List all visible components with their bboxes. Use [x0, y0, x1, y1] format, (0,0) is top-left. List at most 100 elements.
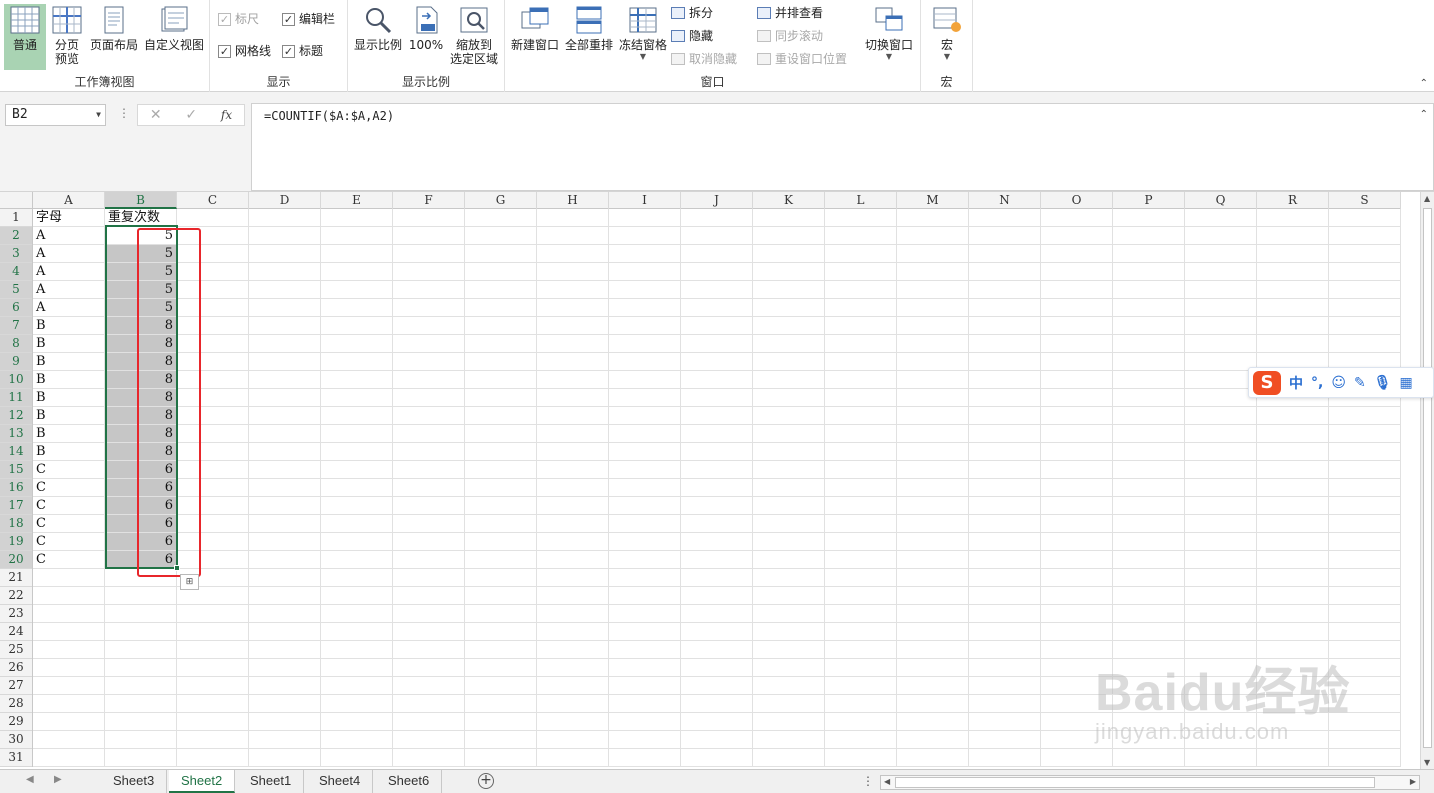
cell-e14[interactable]: [321, 443, 393, 461]
row-header[interactable]: 3: [0, 245, 32, 263]
cell-n9[interactable]: [969, 353, 1041, 371]
cell-g6[interactable]: [465, 299, 537, 317]
cell-k3[interactable]: [753, 245, 825, 263]
cell-h2[interactable]: [537, 227, 609, 245]
cell-f6[interactable]: [393, 299, 465, 317]
cell-r21[interactable]: [1257, 569, 1329, 587]
cell-g26[interactable]: [465, 659, 537, 677]
row-header[interactable]: 16: [0, 479, 32, 497]
cell-o30[interactable]: [1041, 731, 1113, 749]
row-header[interactable]: 27: [0, 677, 32, 695]
column-header-k[interactable]: K: [753, 192, 825, 209]
cell-d21[interactable]: [249, 569, 321, 587]
cell-j24[interactable]: [681, 623, 753, 641]
cell-p6[interactable]: [1113, 299, 1185, 317]
cell-k17[interactable]: [753, 497, 825, 515]
cell-l3[interactable]: [825, 245, 897, 263]
cell-r15[interactable]: [1257, 461, 1329, 479]
cell-n6[interactable]: [969, 299, 1041, 317]
chevron-down-icon[interactable]: ▼: [96, 105, 101, 125]
row-header[interactable]: 26: [0, 659, 32, 677]
cell-o11[interactable]: [1041, 389, 1113, 407]
cell-a16[interactable]: C: [33, 479, 105, 497]
cell-e26[interactable]: [321, 659, 393, 677]
cell-g16[interactable]: [465, 479, 537, 497]
sheet-tab-sheet2[interactable]: Sheet2: [169, 770, 236, 793]
cell-p16[interactable]: [1113, 479, 1185, 497]
cell-n2[interactable]: [969, 227, 1041, 245]
cell-a15[interactable]: C: [33, 461, 105, 479]
page-break-preview-button[interactable]: 分页 预览: [48, 4, 86, 70]
cell-b20[interactable]: 6: [105, 551, 177, 569]
cell-q11[interactable]: [1185, 389, 1257, 407]
cell-s7[interactable]: [1329, 317, 1401, 335]
cell-l13[interactable]: [825, 425, 897, 443]
cell-m12[interactable]: [897, 407, 969, 425]
cell-n27[interactable]: [969, 677, 1041, 695]
cell-c7[interactable]: [177, 317, 249, 335]
cell-l12[interactable]: [825, 407, 897, 425]
cell-n21[interactable]: [969, 569, 1041, 587]
cell-d30[interactable]: [249, 731, 321, 749]
cell-e21[interactable]: [321, 569, 393, 587]
cell-a4[interactable]: A: [33, 263, 105, 281]
cell-d3[interactable]: [249, 245, 321, 263]
cell-h22[interactable]: [537, 587, 609, 605]
column-header-b[interactable]: B: [105, 192, 177, 209]
cell-d26[interactable]: [249, 659, 321, 677]
cell-b24[interactable]: [105, 623, 177, 641]
cell-h25[interactable]: [537, 641, 609, 659]
cell-s20[interactable]: [1329, 551, 1401, 569]
cell-k22[interactable]: [753, 587, 825, 605]
cell-f26[interactable]: [393, 659, 465, 677]
cell-g21[interactable]: [465, 569, 537, 587]
cell-i2[interactable]: [609, 227, 681, 245]
cell-b7[interactable]: 8: [105, 317, 177, 335]
cell-b26[interactable]: [105, 659, 177, 677]
cell-a18[interactable]: C: [33, 515, 105, 533]
next-sheet-icon[interactable]: ▶: [54, 774, 62, 785]
cell-f1[interactable]: [393, 209, 465, 227]
cell-q27[interactable]: [1185, 677, 1257, 695]
cell-q25[interactable]: [1185, 641, 1257, 659]
cell-h12[interactable]: [537, 407, 609, 425]
cell-l29[interactable]: [825, 713, 897, 731]
cell-f14[interactable]: [393, 443, 465, 461]
cell-c31[interactable]: [177, 749, 249, 767]
cell-m6[interactable]: [897, 299, 969, 317]
cell-l27[interactable]: [825, 677, 897, 695]
cell-j29[interactable]: [681, 713, 753, 731]
cell-k30[interactable]: [753, 731, 825, 749]
cell-d18[interactable]: [249, 515, 321, 533]
cell-h26[interactable]: [537, 659, 609, 677]
cell-p28[interactable]: [1113, 695, 1185, 713]
cell-j12[interactable]: [681, 407, 753, 425]
cell-k15[interactable]: [753, 461, 825, 479]
cell-k18[interactable]: [753, 515, 825, 533]
cell-k4[interactable]: [753, 263, 825, 281]
cell-g5[interactable]: [465, 281, 537, 299]
cell-s29[interactable]: [1329, 713, 1401, 731]
cell-n16[interactable]: [969, 479, 1041, 497]
cell-a7[interactable]: B: [33, 317, 105, 335]
cell-r16[interactable]: [1257, 479, 1329, 497]
cell-d23[interactable]: [249, 605, 321, 623]
cell-e15[interactable]: [321, 461, 393, 479]
cell-b28[interactable]: [105, 695, 177, 713]
cell-m7[interactable]: [897, 317, 969, 335]
freeze-panes-button[interactable]: 冻结窗格 ▼: [617, 4, 669, 70]
cell-r25[interactable]: [1257, 641, 1329, 659]
cell-e5[interactable]: [321, 281, 393, 299]
cell-q28[interactable]: [1185, 695, 1257, 713]
cell-r19[interactable]: [1257, 533, 1329, 551]
cell-j4[interactable]: [681, 263, 753, 281]
row-header[interactable]: 29: [0, 713, 32, 731]
cell-p5[interactable]: [1113, 281, 1185, 299]
cell-a29[interactable]: [33, 713, 105, 731]
cell-i27[interactable]: [609, 677, 681, 695]
cell-c14[interactable]: [177, 443, 249, 461]
column-header-m[interactable]: M: [897, 192, 969, 209]
scroll-left-icon[interactable]: ◀: [884, 777, 890, 786]
cell-r2[interactable]: [1257, 227, 1329, 245]
cell-k16[interactable]: [753, 479, 825, 497]
